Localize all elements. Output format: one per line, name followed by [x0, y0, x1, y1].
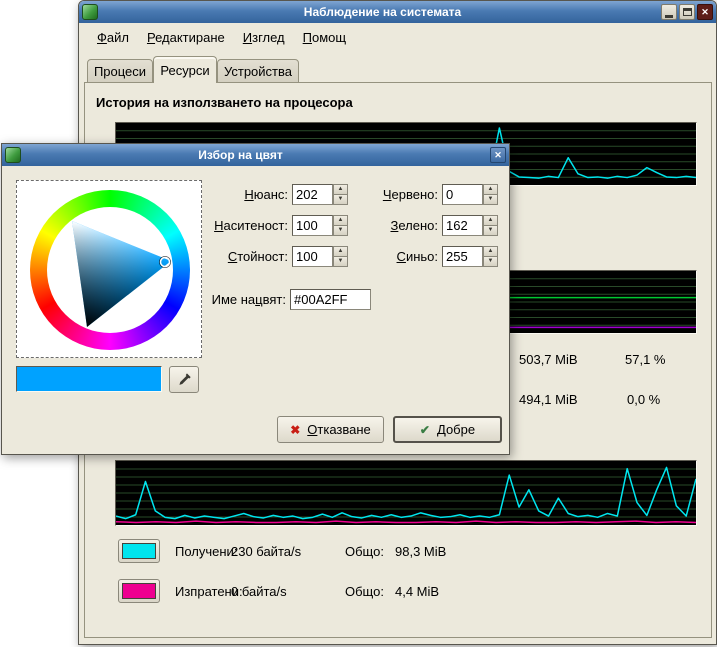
saturation-spinner: ▲ ▼: [333, 215, 348, 236]
ok-icon: ✔: [420, 424, 430, 436]
value-spin-up-icon[interactable]: ▲: [333, 246, 348, 257]
color-picker-dialog: Избор на цвят ✕: [1, 143, 510, 455]
green-input[interactable]: [442, 215, 483, 236]
value-label: Стойност:: [198, 246, 288, 267]
saturation-spin-up-icon[interactable]: ▲: [333, 215, 348, 226]
blue-label: Синьо:: [354, 246, 438, 267]
blue-input[interactable]: [442, 246, 483, 267]
color-preview: [16, 366, 162, 392]
red-spinner: ▲ ▼: [483, 184, 498, 205]
main-titlebar[interactable]: Наблюдение на системата ✕: [79, 1, 716, 23]
cpu-history-heading: История на използването на процесора: [96, 95, 353, 110]
eyedropper-icon: [177, 372, 192, 387]
menubar: Файл Редактиране Изглед Помощ: [81, 25, 714, 50]
cancel-button[interactable]: ✖ Отказване: [277, 416, 384, 443]
blue-spin-down-icon[interactable]: ▼: [483, 257, 498, 267]
menu-file[interactable]: Файл: [88, 27, 138, 48]
green-spin-up-icon[interactable]: ▲: [483, 215, 498, 226]
red-spin-up-icon[interactable]: ▲: [483, 184, 498, 195]
app-icon: [82, 4, 98, 20]
sent-rate: 0 байта/s: [231, 584, 287, 599]
value-input[interactable]: [292, 246, 333, 267]
memory-used-value: 503,7 MiB: [519, 352, 578, 367]
dialog-close-button[interactable]: ✕: [490, 147, 506, 163]
red-input[interactable]: [442, 184, 483, 205]
network-history-chart: [115, 460, 697, 526]
swap-percent-value: 0,0 %: [627, 392, 660, 407]
received-label: Получени:: [175, 544, 237, 559]
minimize-icon: [665, 15, 673, 18]
color-name-label: Име на цвят:: [172, 289, 286, 310]
tab-resources[interactable]: Ресурси: [153, 56, 217, 83]
swap-used-value: 494,1 MiB: [519, 392, 578, 407]
received-total-value: 98,3 MiB: [395, 544, 446, 559]
green-label: Зелено:: [354, 215, 438, 236]
hue-input[interactable]: [292, 184, 333, 205]
cancel-button-label: Отказване: [307, 422, 371, 437]
triangle-black-layer: [72, 221, 171, 327]
menu-edit[interactable]: Редактиране: [138, 27, 234, 48]
menu-view[interactable]: Изглед: [234, 27, 294, 48]
sent-total-label: Общо:: [345, 584, 384, 599]
screen: Наблюдение на системата ✕ Файл Редактира…: [0, 0, 717, 647]
color-name-input[interactable]: [290, 289, 371, 310]
maximize-button[interactable]: [679, 4, 695, 20]
value-spin-down-icon[interactable]: ▼: [333, 257, 348, 267]
close-button[interactable]: ✕: [697, 4, 713, 20]
sent-color-button[interactable]: [118, 579, 160, 603]
hsv-triangle[interactable]: [17, 181, 203, 359]
red-spin-down-icon[interactable]: ▼: [483, 195, 498, 205]
close-icon: ✕: [701, 7, 709, 18]
hue-spin-down-icon[interactable]: ▼: [333, 195, 348, 205]
green-spin-down-icon[interactable]: ▼: [483, 226, 498, 236]
received-color-swatch: [122, 543, 156, 559]
ok-button[interactable]: ✔ Добре: [393, 416, 502, 443]
window-title: Наблюдение на системата: [109, 5, 656, 19]
minimize-button[interactable]: [661, 4, 677, 20]
color-wheel[interactable]: [16, 180, 202, 358]
blue-spin-up-icon[interactable]: ▲: [483, 246, 498, 257]
hue-label: Нюанс:: [198, 184, 288, 205]
received-rate: 230 байта/s: [231, 544, 301, 559]
blue-spinner: ▲ ▼: [483, 246, 498, 267]
saturation-input[interactable]: [292, 215, 333, 236]
sent-color-swatch: [122, 583, 156, 599]
window-controls: ✕: [661, 4, 713, 20]
dialog-titlebar[interactable]: Избор на цвят ✕: [2, 144, 509, 166]
dialog-close-icon: ✕: [494, 150, 502, 161]
sent-total-value: 4,4 MiB: [395, 584, 439, 599]
menu-help[interactable]: Помощ: [294, 27, 355, 48]
hue-spin-up-icon[interactable]: ▲: [333, 184, 348, 195]
dialog-title: Избор на цвят: [32, 148, 449, 162]
received-color-button[interactable]: [118, 539, 160, 563]
network-chart-canvas: [116, 461, 696, 525]
received-total-label: Общо:: [345, 544, 384, 559]
value-spinner: ▲ ▼: [333, 246, 348, 267]
dialog-app-icon: [5, 147, 21, 163]
tab-devices[interactable]: Устройства: [217, 59, 299, 83]
cancel-icon: ✖: [290, 424, 300, 436]
tab-processes[interactable]: Процеси: [87, 59, 153, 83]
memory-percent-value: 57,1 %: [625, 352, 665, 367]
green-spinner: ▲ ▼: [483, 215, 498, 236]
ok-button-label: Добре: [437, 422, 475, 437]
maximize-icon: [683, 8, 692, 16]
saturation-spin-down-icon[interactable]: ▼: [333, 226, 348, 236]
saturation-label: Наситеност:: [198, 215, 288, 236]
red-label: Червено:: [354, 184, 438, 205]
eyedropper-button[interactable]: [169, 366, 199, 393]
hue-spinner: ▲ ▼: [333, 184, 348, 205]
